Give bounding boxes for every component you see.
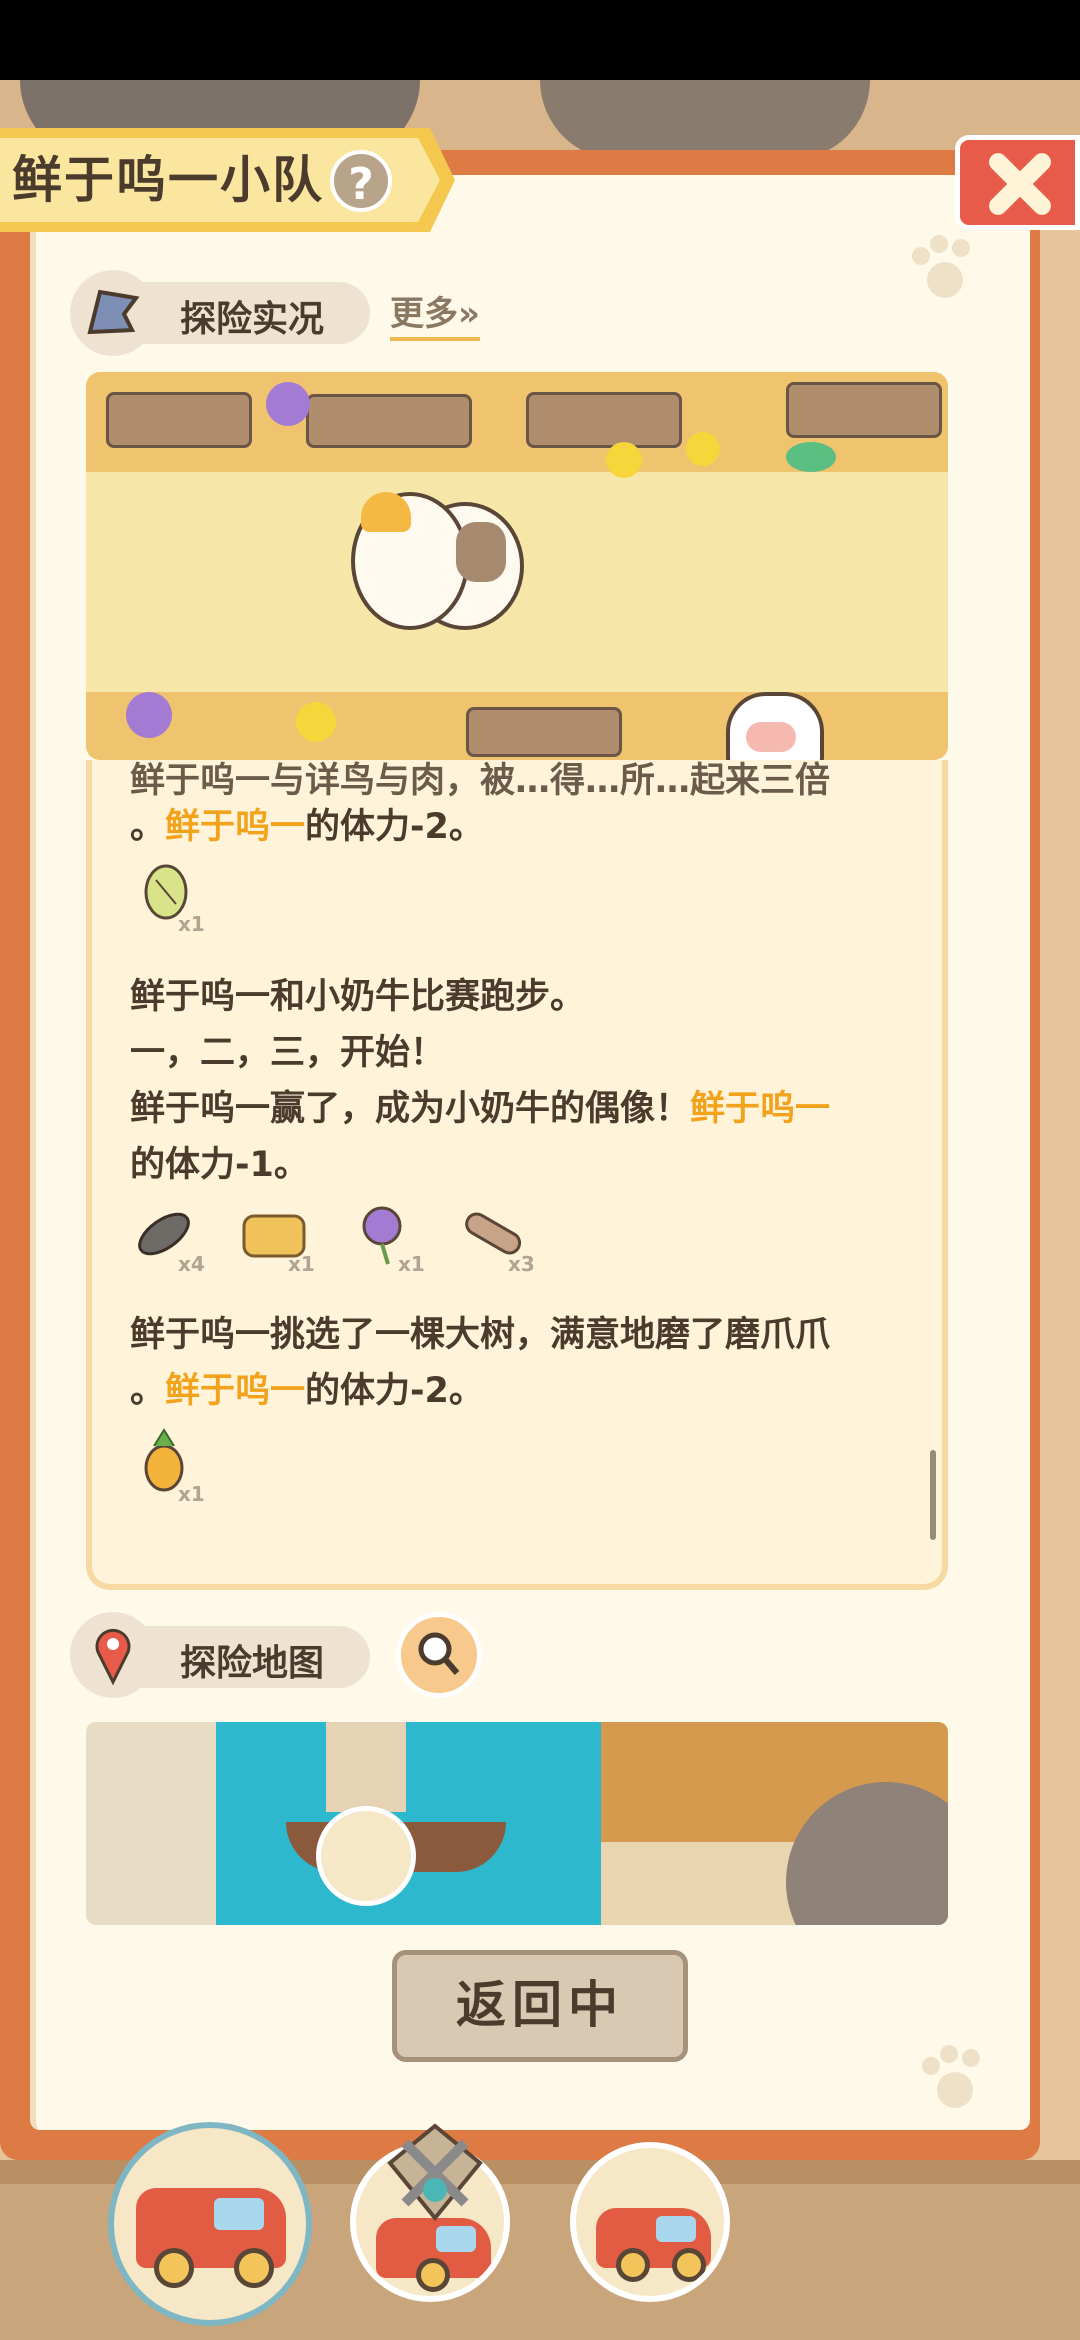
map-vehicle-marker [316, 1806, 416, 1906]
log-text: 的体力-2。 [305, 1371, 484, 1411]
log-entry-2-line2: 一，二，三，开始！ [130, 1033, 446, 1073]
live-section-title: 探险实况 [180, 299, 325, 340]
log-text: 。 [130, 1371, 166, 1411]
status-bar [0, 0, 1080, 80]
log-entry-2-line3: 鲜于呜一赢了，成为小奶牛的偶像！鲜于呜一 [130, 1080, 830, 1131]
item-count: x1 [178, 912, 205, 936]
log-entry-2-line1: 鲜于呜一和小奶牛比赛跑步。 [130, 977, 586, 1017]
team-title: 鲜于呜一小队 [12, 151, 324, 209]
highlight-name: 鲜于呜一 [165, 1371, 306, 1411]
crossed-swords-icon [387, 2123, 483, 2222]
item-count: x1 [178, 1482, 205, 1506]
flag-icon [87, 289, 140, 335]
highlight-name: 鲜于呜一 [690, 1089, 831, 1129]
close-button[interactable] [955, 135, 1080, 230]
more-link[interactable]: 更多» [390, 286, 480, 341]
background-rock [540, 80, 870, 160]
log-entry-1: 。鲜于呜一的体力-2。 [130, 798, 484, 849]
adventure-map[interactable] [86, 1722, 948, 1925]
vehicle-slot-3[interactable] [570, 2142, 730, 2302]
returning-button[interactable]: 返回中 [392, 1950, 688, 2062]
location-pin-icon [95, 1629, 131, 1686]
map-search-button[interactable] [396, 1612, 482, 1698]
paw-print-icon [912, 235, 970, 298]
help-button[interactable]: ? [330, 150, 392, 212]
item-count: x3 [508, 1252, 535, 1276]
log-scrollbar[interactable] [930, 1450, 936, 1540]
paw-print-icon [922, 2045, 980, 2108]
magnifier-icon [418, 1632, 460, 1675]
log-entry-3-line2: 。鲜于呜一的体力-2。 [130, 1362, 484, 1413]
log-entry-2-line4: 的体力-1。 [130, 1145, 309, 1185]
adventure-scene [86, 372, 948, 760]
log-line-partial: 鲜于呜一与详鸟与肉，被…得…所…起来三倍 [130, 761, 831, 801]
item-count: x4 [178, 1252, 205, 1276]
highlight-name: 鲜于呜一 [165, 807, 306, 847]
log-text: 。 [130, 807, 166, 847]
item-count: x1 [398, 1252, 425, 1276]
vehicle-slot-1[interactable] [108, 2122, 312, 2326]
flag-icon-bg [70, 270, 156, 356]
map-section-title: 探险地图 [180, 1643, 325, 1684]
item-count: x1 [288, 1252, 315, 1276]
log-entry-3-line1: 鲜于呜一挑选了一棵大树，满意地磨了磨爪爪 [130, 1315, 831, 1355]
log-text: 的体力-2。 [305, 807, 484, 847]
log-text: 鲜于呜一赢了，成为小奶牛的偶像！ [130, 1089, 691, 1129]
pin-icon-bg [70, 1612, 156, 1698]
